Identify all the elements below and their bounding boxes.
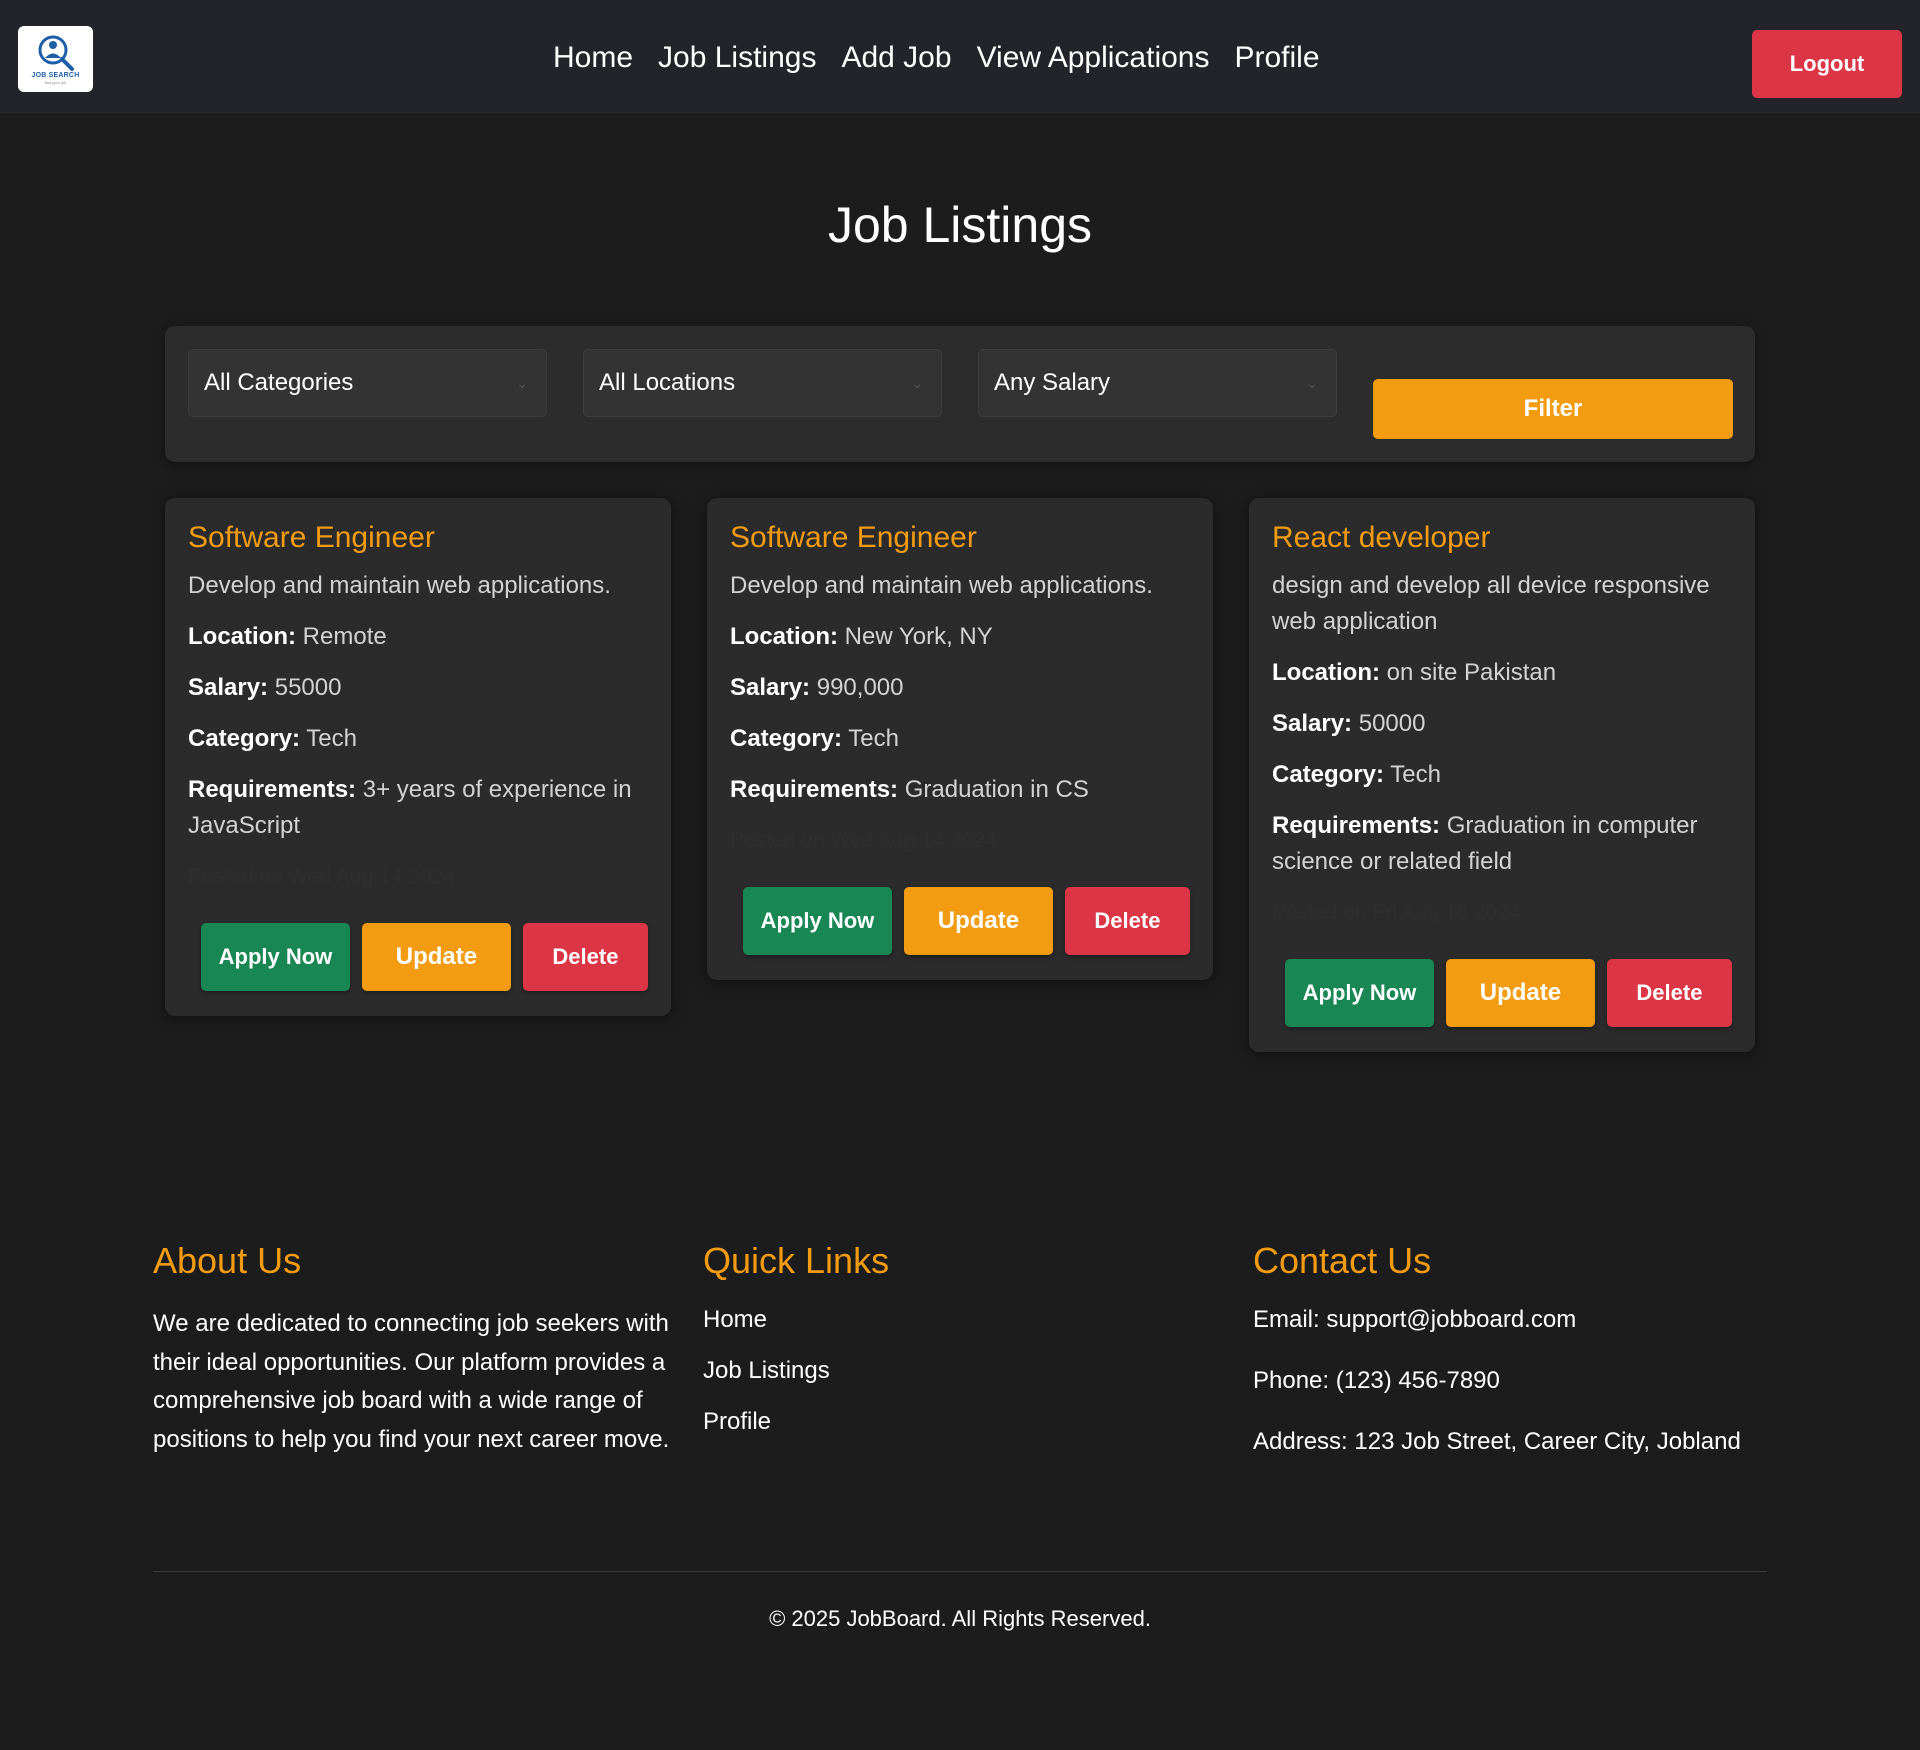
salary-label: Salary:	[188, 674, 269, 701]
footer-quick-links: Quick Links Home Job Listings Profile	[703, 1237, 1203, 1458]
requirements-value: Graduation in CS	[904, 776, 1089, 803]
category-value: Tech	[1390, 761, 1441, 788]
filter-bar: All Categories ⌄ All Locations ⌄ Any Sal…	[165, 326, 1755, 462]
main-nav: Home Job Listings Add Job View Applicati…	[553, 38, 1320, 78]
delete-button[interactable]: Delete	[522, 923, 648, 991]
nav-link-add-job[interactable]: Add Job	[841, 38, 951, 78]
job-location: Location: Remote	[188, 619, 648, 655]
footer-link-home[interactable]: Home	[703, 1305, 1203, 1335]
salary-value: 55000	[274, 674, 342, 701]
job-location: Location: New York, NY	[730, 619, 1190, 655]
job-category: Category: Tech	[188, 721, 648, 757]
logout-button[interactable]: Logout	[1752, 30, 1902, 98]
footer-divider	[153, 1571, 1767, 1572]
requirements-label: Requirements:	[188, 776, 357, 803]
card-actions: Apply Now Update Delete	[188, 923, 648, 991]
delete-button[interactable]: Delete	[1606, 959, 1732, 1027]
job-category: Category: Tech	[730, 721, 1190, 757]
location-value: New York, NY	[844, 623, 993, 650]
apply-now-button[interactable]: Apply Now	[1285, 959, 1434, 1027]
category-value: Tech	[848, 725, 899, 752]
posted-date: Posted on Wed Aug 14 2024	[188, 865, 455, 888]
about-heading: About Us	[153, 1240, 302, 1281]
location-value: Remote	[302, 623, 387, 650]
nav-link-home[interactable]: Home	[553, 38, 633, 78]
nav-link-profile[interactable]: Profile	[1235, 38, 1320, 78]
salary-label: Salary:	[1272, 710, 1353, 737]
footer-about: About Us We are dedicated to connecting …	[153, 1237, 673, 1459]
site-logo[interactable]: JOB SEARCH find your job	[18, 26, 93, 92]
nav-link-job-listings[interactable]: Job Listings	[658, 38, 816, 78]
chevron-down-icon: ⌄	[1306, 375, 1318, 391]
logo-subtext: find your job	[44, 80, 67, 85]
contact-heading: Contact Us	[1253, 1240, 1432, 1281]
category-label: Category:	[730, 725, 843, 752]
apply-now-button[interactable]: Apply Now	[201, 923, 350, 991]
footer-link-job-listings[interactable]: Job Listings	[703, 1356, 1203, 1386]
category-select-value: All Categories	[204, 369, 354, 396]
job-description: design and develop all device responsive…	[1272, 572, 1710, 635]
category-value: Tech	[306, 725, 357, 752]
category-label: Category:	[188, 725, 301, 752]
update-button[interactable]: Update	[361, 923, 511, 991]
location-select-value: All Locations	[599, 369, 736, 396]
requirements-label: Requirements:	[1272, 812, 1441, 839]
chevron-down-icon: ⌄	[911, 375, 923, 391]
job-salary: Salary: 50000	[1272, 706, 1732, 742]
copyright: © 2025 JobBoard. All Rights Reserved.	[769, 1606, 1151, 1631]
job-salary: Salary: 990,000	[730, 670, 1190, 706]
nav-link-view-applications[interactable]: View Applications	[977, 38, 1210, 78]
update-button[interactable]: Update	[1445, 959, 1595, 1027]
quick-links-heading: Quick Links	[703, 1240, 890, 1281]
apply-now-button[interactable]: Apply Now	[743, 887, 892, 955]
contact-phone: Phone: (123) 456-7890	[1253, 1367, 1500, 1394]
job-card: React developer design and develop all d…	[1249, 498, 1755, 1052]
contact-email: Email: support@jobboard.com	[1253, 1306, 1577, 1333]
job-salary: Salary: 55000	[188, 670, 648, 706]
location-value: on site Pakistan	[1386, 659, 1557, 686]
category-select[interactable]: All Categories ⌄	[188, 349, 547, 417]
category-label: Category:	[1272, 761, 1385, 788]
salary-select[interactable]: Any Salary ⌄	[978, 349, 1337, 417]
about-text: We are dedicated to connecting job seeke…	[153, 1310, 670, 1453]
job-title: React developer	[1272, 521, 1491, 554]
job-requirements: Requirements: 3+ years of experience in …	[188, 772, 648, 844]
posted-date: Posted on Fri Aug 16 2024	[1272, 901, 1521, 924]
job-card: Software Engineer Develop and maintain w…	[707, 498, 1213, 980]
location-label: Location:	[1272, 659, 1380, 686]
navbar: JOB SEARCH find your job Home Job Listin…	[0, 0, 1920, 113]
posted-date: Posted on Wed Aug 14 2024	[730, 829, 997, 852]
footer-contact: Contact Us Email: support@jobboard.com P…	[1253, 1237, 1813, 1488]
location-label: Location:	[730, 623, 838, 650]
update-button[interactable]: Update	[903, 887, 1053, 955]
job-card: Software Engineer Develop and maintain w…	[165, 498, 671, 1016]
card-actions: Apply Now Update Delete	[1272, 959, 1732, 1027]
salary-value: 50000	[1358, 710, 1426, 737]
job-description: Develop and maintain web applications.	[730, 572, 1153, 599]
delete-button[interactable]: Delete	[1064, 887, 1190, 955]
job-requirements: Requirements: Graduation in CS	[730, 772, 1190, 808]
location-select[interactable]: All Locations ⌄	[583, 349, 942, 417]
job-requirements: Requirements: Graduation in computer sci…	[1272, 808, 1732, 880]
job-description: Develop and maintain web applications.	[188, 572, 611, 599]
job-location: Location: on site Pakistan	[1272, 655, 1732, 691]
job-category: Category: Tech	[1272, 757, 1732, 793]
page-title: Job Listings	[827, 197, 1093, 253]
salary-label: Salary:	[730, 674, 811, 701]
job-title: Software Engineer	[188, 521, 435, 554]
card-actions: Apply Now Update Delete	[730, 887, 1190, 955]
location-label: Location:	[188, 623, 296, 650]
contact-address: Address: 123 Job Street, Career City, Jo…	[1253, 1428, 1741, 1455]
job-title: Software Engineer	[730, 521, 977, 554]
footer-link-profile[interactable]: Profile	[703, 1407, 1203, 1437]
chevron-down-icon: ⌄	[516, 375, 528, 391]
job-search-logo-icon	[38, 35, 74, 71]
salary-select-value: Any Salary	[994, 369, 1111, 396]
salary-value: 990,000	[816, 674, 904, 701]
logo-text: JOB SEARCH	[31, 72, 80, 79]
filter-button[interactable]: Filter	[1373, 379, 1733, 439]
requirements-label: Requirements:	[730, 776, 899, 803]
